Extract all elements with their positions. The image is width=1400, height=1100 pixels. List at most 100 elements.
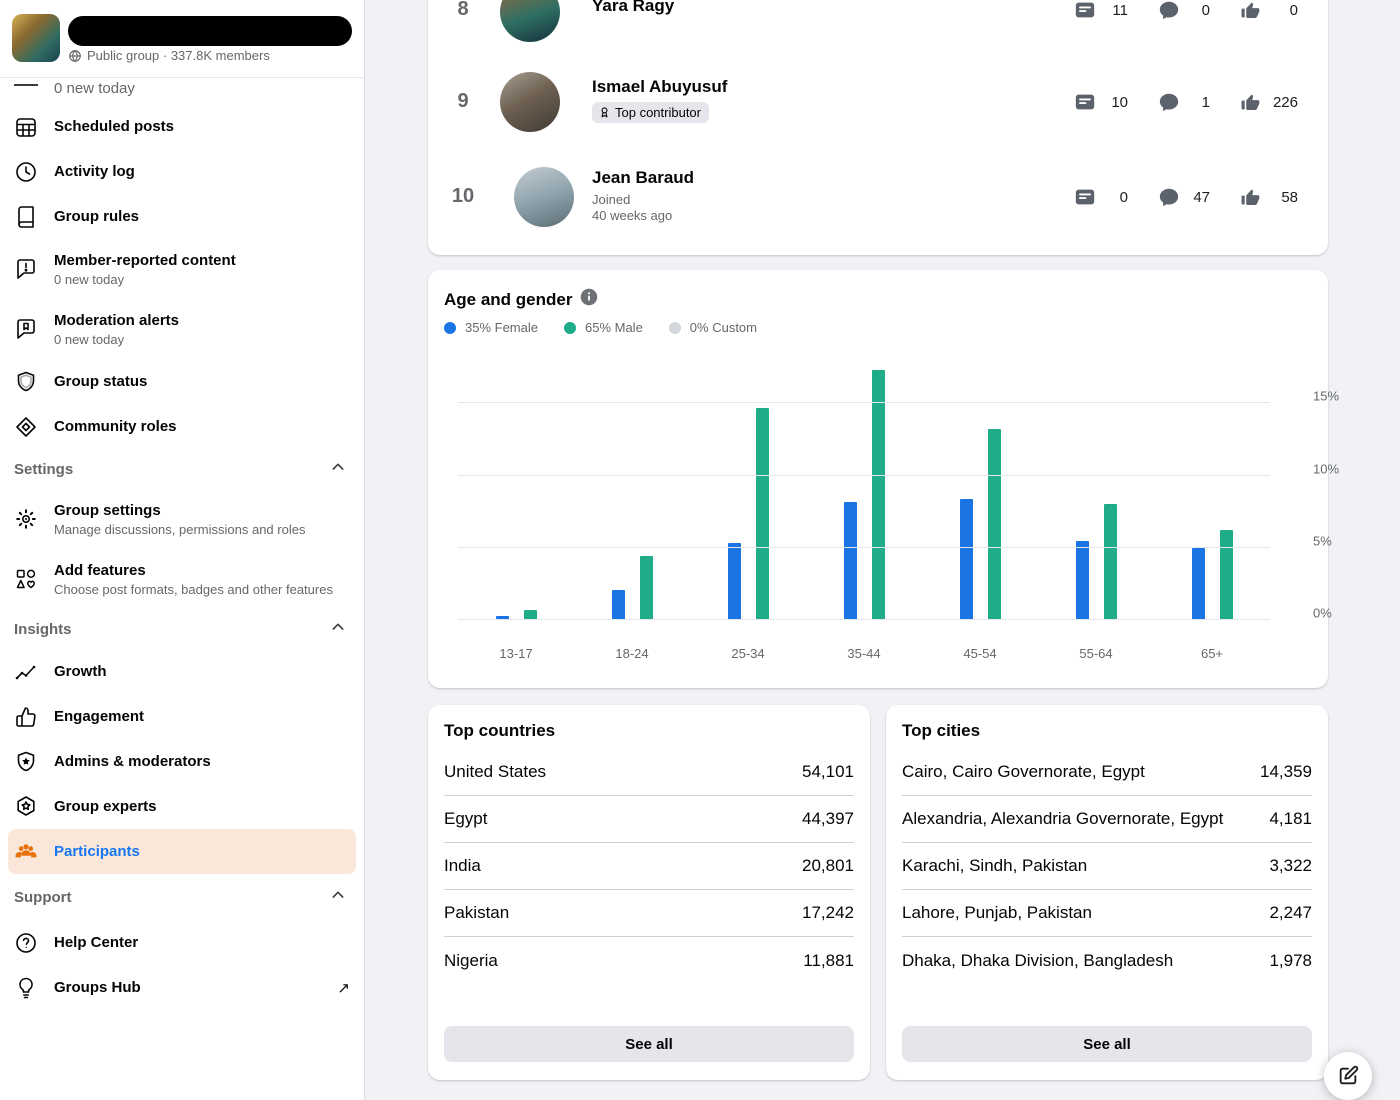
sidebar-item-groups-hub[interactable]: Groups Hub ↗ [0,965,364,1010]
table-row: Nigeria 11,881 [444,937,854,984]
group-avatar[interactable] [12,14,60,62]
y-axis-tick-label: 15% [1313,389,1339,404]
sidebar-item-moderation-alerts[interactable]: Moderation alerts 0 new today [0,299,364,359]
info-icon[interactable] [580,288,598,311]
avatar[interactable] [500,72,560,132]
lightbulb-icon [14,976,38,1000]
sidebar-item-participants[interactable]: Participants [8,829,356,874]
legend-item-female: 35% Female [444,320,538,335]
sidebar-item-member-reported[interactable]: Member-reported content 0 new today [0,239,364,299]
male-bar [988,429,1001,620]
legend-label: 65% Male [585,320,643,335]
sidebar-item-activity-log[interactable]: Activity log [0,149,364,194]
top-contributor-badge: Top contributor [592,102,709,123]
badge-star-icon [14,795,38,819]
member-rank: 9 [443,90,483,113]
posts-stat: 11 [1074,0,1128,21]
sidebar-item-community-roles[interactable]: Community roles [0,404,364,449]
x-axis-category-label: 25-34 [690,646,806,661]
sidebar-item-add-features[interactable]: Add features Choose post formats, badges… [0,549,364,609]
avatar[interactable] [514,167,574,227]
sidebar-item-engagement[interactable]: Engagement [0,694,364,739]
posts-count: 0 [1096,189,1128,206]
table-row: Alexandria, Alexandria Governorate, Egyp… [902,796,1312,843]
shield-icon [14,370,38,394]
sidebar-item-group-rules[interactable]: Group rules [0,194,364,239]
see-all-countries-button[interactable]: See all [444,1026,854,1062]
female-bar [844,502,857,620]
bar-group-25-34 [690,360,806,620]
card-title: Top cities [902,721,980,741]
sidebar-item-label: Community roles [54,418,177,435]
x-axis-category-label: 55-64 [1038,646,1154,661]
chevron-up-icon [330,619,346,640]
sidebar-item-label: Group rules [54,208,139,225]
sidebar-item-label: Group settings [54,502,305,519]
member-name[interactable]: Yara Ragy [592,0,674,16]
comments-count: 1 [1180,94,1210,111]
see-all-cities-button[interactable]: See all [902,1026,1312,1062]
section-header-insights[interactable]: Insights [0,609,364,649]
calendar-grid-icon [14,115,38,139]
chart-bars [458,360,1270,620]
bar-group-55-64 [1038,360,1154,620]
country-value: 54,101 [802,762,854,782]
comment-icon [1158,91,1180,113]
city-value: 4,181 [1269,809,1312,829]
avatar[interactable] [500,0,560,42]
section-header-settings[interactable]: Settings [0,449,364,489]
report-bubble-icon [14,257,38,281]
like-icon [1240,91,1262,113]
posts-icon [1074,91,1096,113]
y-axis-tick-label: 10% [1313,461,1339,476]
comments-stat: 1 [1158,91,1210,113]
top-countries-card: Top countries United States 54,101 Egypt… [428,705,870,1080]
table-row: Pakistan 17,242 [444,890,854,937]
compose-fab-button[interactable] [1324,1052,1372,1100]
sidebar-item-group-settings[interactable]: Group settings Manage discussions, permi… [0,489,364,549]
female-bar [612,590,625,620]
city-name: Karachi, Sindh, Pakistan [902,856,1087,876]
city-value: 3,322 [1269,856,1312,876]
diamond-icon [14,415,38,439]
sidebar-item-scheduled-posts[interactable]: Scheduled posts [0,104,364,149]
sidebar-item-cutoff[interactable]: 0 new today [0,78,364,104]
legend-dot-female [444,322,456,334]
sidebar-item-subtitle: 0 new today [54,332,179,347]
bar-group-18-24 [574,360,690,620]
country-value: 11,881 [803,951,854,971]
male-bar [872,370,885,620]
member-stats: 10 1 226 [1074,91,1298,113]
table-row: Egypt 44,397 [444,796,854,843]
legend-dot-male [564,322,576,334]
member-name[interactable]: Ismael Abuyusuf [592,77,727,97]
card-title: Top countries [444,721,555,741]
comments-count: 47 [1180,189,1210,206]
x-axis-category-label: 45-54 [922,646,1038,661]
bar-group-35-44 [806,360,922,620]
country-name: Egypt [444,809,487,829]
sidebar-item-help-center[interactable]: Help Center [0,920,364,965]
sidebar-item-label: Participants [54,843,140,860]
x-axis-category-label: 13-17 [458,646,574,661]
member-joined-label: Joined [592,192,630,208]
sidebar: Public group · 337.8K members 0 new toda… [0,0,365,1100]
member-name[interactable]: Jean Baraud [592,168,694,188]
legend-item-male: 65% Male [564,320,643,335]
y-axis-tick-label: 0% [1313,606,1332,621]
table-row: Lahore, Punjab, Pakistan 2,247 [902,890,1312,937]
sidebar-item-admins-moderators[interactable]: Admins & moderators [0,739,364,784]
member-joined-time: 40 weeks ago [592,208,672,224]
comment-icon [1158,186,1180,208]
city-value: 14,359 [1260,762,1312,782]
sidebar-item-growth[interactable]: Growth [0,649,364,694]
sidebar-item-label: Engagement [54,708,144,725]
sidebar-item-group-status[interactable]: Group status [0,359,364,404]
x-axis-category-label: 65+ [1154,646,1270,661]
chevron-up-icon [330,887,346,908]
country-name: Pakistan [444,903,509,923]
posts-icon [1074,186,1096,208]
section-header-support[interactable]: Support [0,874,364,920]
sidebar-item-group-experts[interactable]: Group experts [0,784,364,829]
medal-icon [598,106,611,119]
